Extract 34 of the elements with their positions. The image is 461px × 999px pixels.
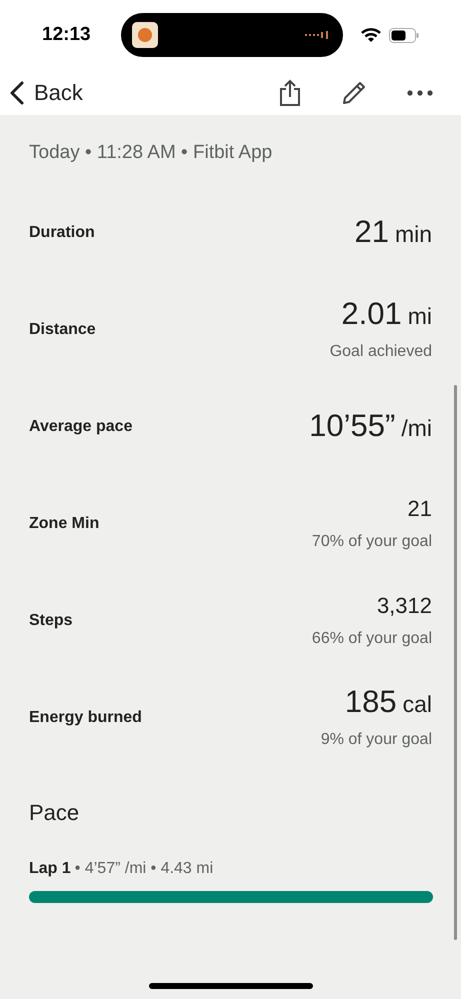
stat-label: Average pace xyxy=(29,416,132,436)
stat-label: Distance xyxy=(29,320,96,340)
activity-subtitle: Today • 11:28 AM • Fitbit App xyxy=(29,141,274,165)
stat-label: Zone Min xyxy=(29,514,100,534)
more-icon[interactable] xyxy=(407,90,433,96)
audio-wave-icon xyxy=(304,30,330,40)
stat-label: Steps xyxy=(29,610,73,630)
stat-label: Energy burned xyxy=(29,708,142,728)
wifi-icon xyxy=(361,28,381,42)
stat-value: 3,312 xyxy=(376,592,432,620)
share-icon[interactable] xyxy=(279,78,301,106)
stat-unit: /mi xyxy=(401,414,432,444)
chevron-left-icon xyxy=(10,80,24,104)
stat-value: 2.01 xyxy=(341,295,402,334)
stat-value: 21 xyxy=(354,213,389,252)
stat-unit: mi xyxy=(408,302,432,332)
stat-note: 66% of your goal xyxy=(312,628,432,648)
stat-unit: cal xyxy=(402,690,432,720)
stat-note: 70% of your goal xyxy=(312,532,432,552)
status-time: 12:13 xyxy=(42,22,92,47)
lap-detail: • 4’57” /mi • 4.43 mi xyxy=(74,859,214,879)
app-icon xyxy=(132,22,158,48)
lap-label: Lap 1 xyxy=(29,859,71,879)
stat-unit: min xyxy=(394,220,432,250)
stat-value: 10’55” xyxy=(309,407,396,446)
stat-value: 185 xyxy=(344,683,397,722)
section-title: Pace xyxy=(29,799,80,827)
stat-value: 21 xyxy=(408,494,432,522)
edit-pencil-icon[interactable] xyxy=(341,80,367,106)
battery-icon xyxy=(389,28,419,42)
back-button[interactable]: Back xyxy=(10,76,83,109)
stat-note: 9% of your goal xyxy=(320,730,432,750)
stat-note: Goal achieved xyxy=(330,342,432,362)
stat-label: Duration xyxy=(29,222,95,242)
